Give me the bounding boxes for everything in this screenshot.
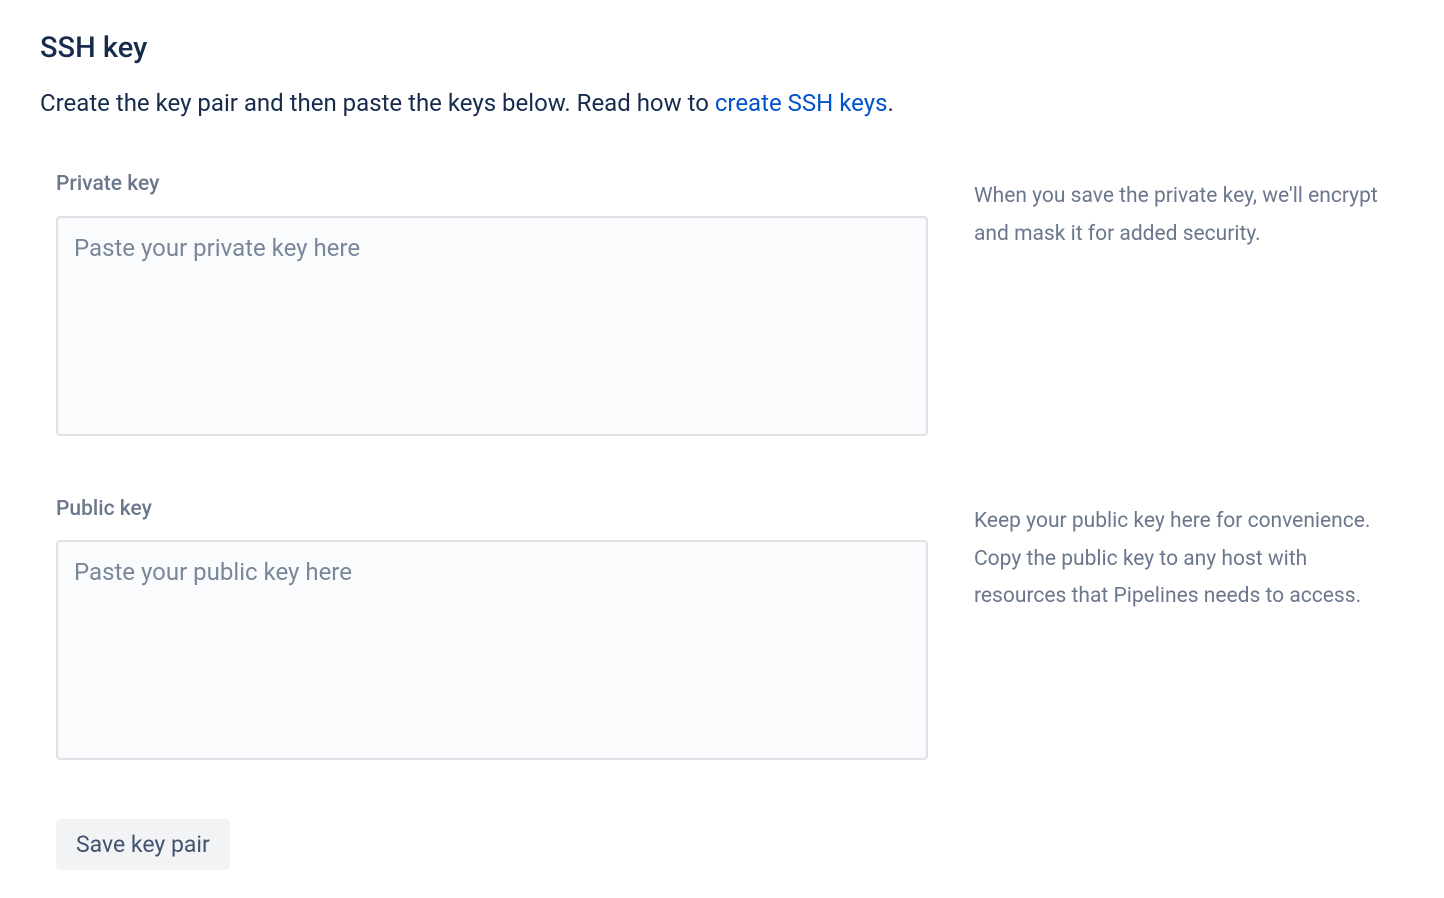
description-prefix: Create the key pair and then paste the k… — [40, 89, 715, 117]
page-description: Create the key pair and then paste the k… — [40, 87, 1404, 121]
description-suffix: . — [887, 89, 893, 117]
public-key-input[interactable] — [56, 540, 928, 760]
private-key-label: Private key — [56, 170, 928, 199]
private-key-help: When you save the private key, we'll enc… — [974, 170, 1394, 254]
save-key-pair-button[interactable]: Save key pair — [56, 819, 230, 870]
public-key-group: Public key Keep your public key here for… — [56, 495, 1404, 770]
page-title: SSH key — [40, 28, 1404, 69]
private-key-group: Private key When you save the private ke… — [56, 170, 1404, 445]
private-key-input[interactable] — [56, 216, 928, 436]
public-key-help: Keep your public key here for convenienc… — [974, 495, 1394, 616]
public-key-label: Public key — [56, 495, 928, 524]
create-ssh-keys-link[interactable]: create SSH keys — [715, 89, 888, 117]
